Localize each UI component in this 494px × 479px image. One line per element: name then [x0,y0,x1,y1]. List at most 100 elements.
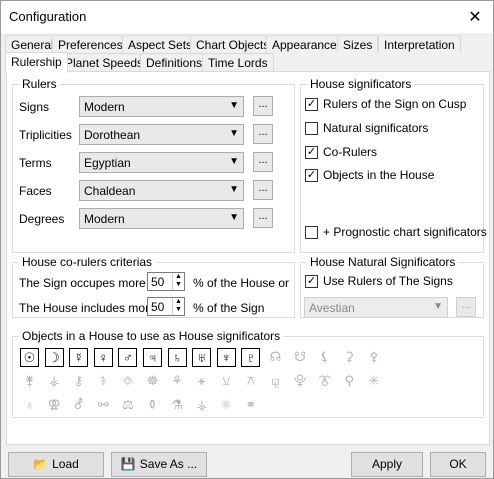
objects-in-house-label: Objects in the House [323,168,435,182]
objects-legend: Objects in a House to use as House signi… [22,329,281,343]
object-toggle[interactable]: ♅ [192,348,212,367]
tab-definitions[interactable]: Definitions [140,53,209,71]
title-bar: Configuration ✕ [1,1,493,33]
natural-significators-checkbox[interactable] [305,122,318,135]
object-toggle[interactable]: ♇ [241,348,261,367]
chevron-down-icon: ▼ [433,301,443,312]
triplicities-select[interactable]: Dorothean ▼ [79,124,244,145]
object-toggle[interactable]: ♂ [118,348,138,367]
close-icon[interactable]: ✕ [465,7,485,27]
object-toggle[interactable]: ♆ [216,348,236,367]
object-toggle[interactable]: ☽ [44,348,64,367]
window-title: Configuration [9,9,87,24]
object-toggle[interactable]: ⚗ [168,396,187,415]
object-toggle[interactable]: ⚼ [266,372,285,391]
object-toggle[interactable]: ⯑ [118,372,137,391]
object-toggle[interactable]: ☸ [143,372,162,391]
object-toggle[interactable]: ☉ [20,348,39,367]
faces-select[interactable]: Chaldean ▼ [79,180,244,201]
use-rulers-checkbox[interactable]: ✓ [305,275,318,288]
object-toggle[interactable]: ⯓ [291,372,310,391]
object-toggle[interactable]: ☋ [291,348,310,367]
tab-sizes[interactable]: Sizes [337,35,379,53]
load-button[interactable]: 📂 Load [8,452,104,477]
tab-aspect-sets[interactable]: Aspect Sets [122,35,199,53]
chevron-down-icon: ▼ [229,184,239,195]
tab-preferences[interactable]: Preferences [52,35,129,53]
natural-system-select[interactable]: Avestian ▼ [304,297,448,318]
object-toggle[interactable]: ⚦ [69,396,88,415]
triplicities-more-button[interactable]: ... [253,124,273,144]
object-toggle[interactable]: ⯔ [315,372,334,391]
co-rulers-label: Co-Rulers [323,145,378,159]
object-toggle[interactable]: ⚭ [241,396,260,415]
prognostic-checkbox[interactable] [305,226,318,239]
co-rulers-criteria-legend: House co-rulers criterias [22,255,153,269]
degrees-label: Degrees [19,212,65,226]
object-toggle[interactable]: ⚢ [45,396,64,415]
faces-label: Faces [19,184,52,198]
stepper-arrows-icon[interactable]: ▲ ▼ [172,298,184,315]
object-toggle[interactable]: ☿ [69,348,89,367]
house-percent-stepper[interactable]: 50 ▲ ▼ [147,297,185,316]
degrees-select[interactable]: Modern ▼ [79,208,244,229]
sign-percent-stepper[interactable]: 50 ▲ ▼ [147,272,185,291]
rulership-panel: Rulers Signs Modern ▼ ... Triplicities Do… [6,71,490,445]
chevron-down-icon: ▼ [229,100,239,111]
stepper-arrows-icon[interactable]: ▲ ▼ [172,273,184,290]
configuration-window: Configuration ✕ General Preferences Aspe… [0,0,494,479]
chevron-down-icon: ▼ [229,212,239,223]
object-toggle[interactable]: ♃ [143,348,162,367]
object-toggle[interactable]: ⚵ [20,372,39,391]
signs-more-button[interactable]: ... [253,96,273,116]
terms-select[interactable]: Egyptian ▼ [79,152,244,173]
co-rulers-checkbox[interactable]: ✓ [305,146,318,159]
object-toggle[interactable]: ⚶ [192,396,211,415]
object-toggle[interactable]: ⚶ [45,372,64,391]
objects-in-house-checkbox[interactable]: ✓ [305,169,318,182]
house-significators-legend: House significators [310,77,412,91]
tab-planet-speeds[interactable]: Planet Speeds [59,53,150,71]
chevron-down-icon: ▼ [229,156,239,167]
rulers-on-cusp-checkbox[interactable]: ✓ [305,98,318,111]
object-toggle[interactable]: ⚷ [69,372,88,391]
tab-time-lords[interactable]: Time Lords [202,53,274,71]
terms-label: Terms [19,156,52,170]
object-toggle[interactable]: ⚺ [217,372,236,391]
object-toggle[interactable]: ⚲ [340,372,359,391]
chevron-down-icon: ▼ [229,128,239,139]
apply-button[interactable]: Apply [351,452,423,477]
object-toggle[interactable]: ⚹ [192,372,211,391]
terms-more-button[interactable]: ... [253,152,273,172]
degrees-more-button[interactable]: ... [253,208,273,228]
triplicities-label: Triplicities [19,128,72,142]
sign-suffix-label: % of the House or [193,276,290,290]
faces-more-button[interactable]: ... [253,180,273,200]
house-includes-label: The House includes more [19,301,156,315]
object-toggle[interactable]: ⚯ [94,396,113,415]
tab-interpretation[interactable]: Interpretation [378,35,461,53]
rulers-on-cusp-label: Rulers of the Sign on Cusp [323,97,467,111]
object-toggle[interactable]: ♁ [20,396,39,415]
ok-button[interactable]: OK [430,452,486,477]
object-toggle[interactable]: ♄ [167,348,187,367]
object-toggle[interactable]: ⚕ [94,372,113,391]
tab-chart-objects[interactable]: Chart Objects [190,35,276,53]
object-toggle[interactable]: ☊ [266,348,285,367]
save-as-button[interactable]: 💾 Save As ... [111,452,207,477]
tab-appearance[interactable]: Appearance [266,35,343,53]
object-toggle[interactable]: ⚘ [168,372,187,391]
signs-select[interactable]: Modern ▼ [79,96,244,117]
natural-more-button[interactable]: ... [456,297,476,317]
object-toggle[interactable]: ⚸ [315,348,334,367]
object-toggle[interactable]: ♀ [93,348,113,367]
natural-significators-label: Natural significators [323,121,429,135]
object-toggle[interactable]: ⚖ [118,396,137,415]
object-toggle[interactable]: ✳ [364,372,383,391]
tab-rulership[interactable]: Rulership [5,52,68,73]
object-toggle[interactable]: ⚻ [241,372,260,391]
object-toggle[interactable]: ⚴ [364,348,383,367]
object-toggle[interactable]: ⚳ [340,348,359,367]
object-toggle[interactable]: ⚛ [217,396,236,415]
object-toggle[interactable]: ⚱ [143,396,162,415]
